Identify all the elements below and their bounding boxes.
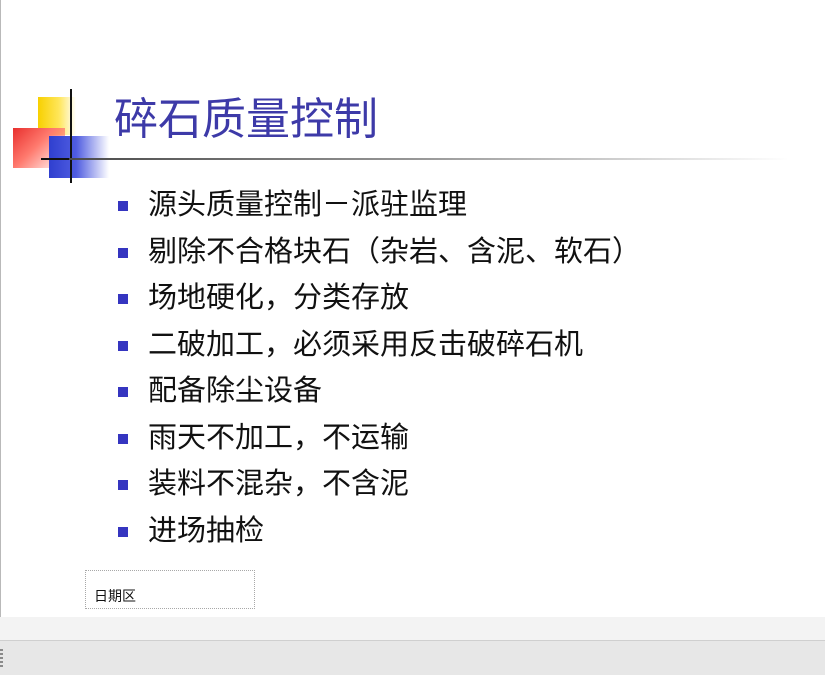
square-bullet-icon — [118, 201, 128, 211]
bullet-text: 源头质量控制－派驻监理 — [148, 187, 468, 221]
decorative-logo — [1, 0, 121, 190]
bullet-text: 剔除不合格块石（杂岩、含泥、软石） — [148, 233, 642, 268]
square-bullet-icon — [118, 480, 128, 490]
logo-blue-square — [49, 136, 109, 178]
title-underline — [69, 158, 789, 160]
square-bullet-icon — [118, 340, 128, 351]
bullet-list[interactable]: 源头质量控制－派驻监理 剔除不合格块石（杂岩、含泥、软石） 场地硬化，分类存放 … — [118, 181, 641, 553]
date-placeholder-label: 日期区 — [94, 589, 136, 605]
bullet-item: 场地硬化，分类存放 — [118, 274, 641, 321]
slide-canvas[interactable]: 碎石质量控制 源头质量控制－派驻监理 剔除不合格块石（杂岩、含泥、软石） 场地硬… — [0, 0, 825, 617]
bullet-item: 雨天不加工，不运输 — [118, 414, 641, 461]
resize-grip-icon[interactable] — [0, 649, 3, 667]
bullet-item: 配备除尘设备 — [118, 367, 641, 414]
bullet-text: 配备除尘设备 — [148, 373, 323, 407]
bullet-item: 进场抽检 — [118, 507, 641, 554]
square-bullet-icon — [118, 526, 128, 537]
slide-title[interactable]: 碎石质量控制 — [114, 92, 378, 148]
bullet-text: 二破加工，必须采用反击破碎石机 — [148, 326, 584, 361]
logo-vertical-line — [70, 89, 72, 183]
square-bullet-icon — [118, 247, 128, 258]
bullet-item: 装料不混杂，不含泥 — [118, 460, 641, 507]
bullet-text: 雨天不加工，不运输 — [148, 419, 410, 454]
status-bar — [0, 640, 825, 675]
bullet-item: 二破加工，必须采用反击破碎石机 — [118, 321, 641, 368]
bullet-text: 场地硬化，分类存放 — [148, 280, 410, 314]
bullet-item: 源头质量控制－派驻监理 — [118, 181, 641, 228]
square-bullet-icon — [118, 387, 128, 397]
square-bullet-icon — [118, 433, 128, 444]
date-placeholder-box[interactable]: 日期区 — [85, 570, 255, 609]
bullet-text: 进场抽检 — [148, 512, 265, 547]
editor-background — [0, 617, 825, 640]
bullet-item: 剔除不合格块石（杂岩、含泥、软石） — [118, 228, 641, 275]
bullet-text: 装料不混杂，不含泥 — [148, 466, 410, 500]
square-bullet-icon — [118, 294, 128, 304]
